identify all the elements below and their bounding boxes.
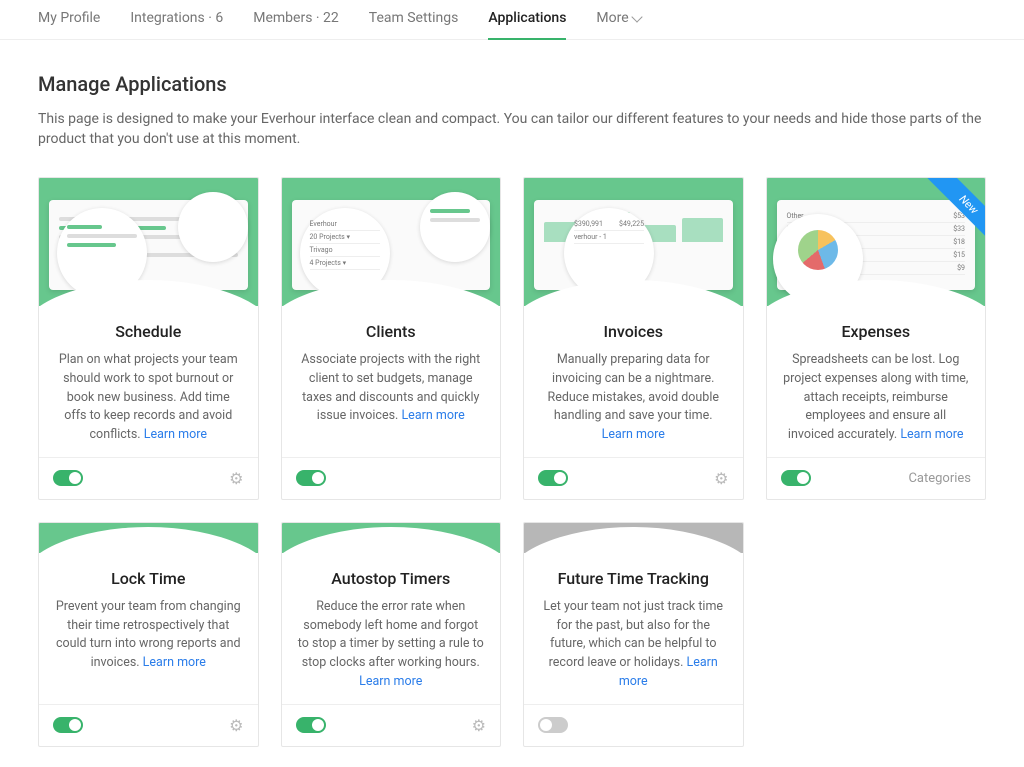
learn-more-link[interactable]: Learn more [143,655,206,670]
card-clients: Everhour20 Projects ▾Trivago4 Projects ▾… [281,177,502,500]
gear-icon[interactable]: ⚙ [229,716,243,735]
gear-icon[interactable]: ⚙ [229,469,243,488]
card-footer [524,704,743,746]
learn-more-link[interactable]: Learn more [359,674,422,689]
learn-more-link[interactable]: Learn more [602,427,665,442]
card-invoices-hero: $390,991$49,225verhour - 1 [524,178,743,306]
tab-team-settings[interactable]: Team Settings [369,0,459,38]
preview-circle: $390,991$49,225verhour - 1 [564,208,654,298]
card-future-time: Future Time Tracking Let your team not j… [523,522,744,747]
card-expenses: New Other$53SaaS Services$33Infrastructu… [766,177,987,500]
preview-circle [57,208,147,298]
gear-icon[interactable]: ⚙ [714,469,728,488]
card-body: Future Time Tracking Let your team not j… [524,553,743,704]
card-desc: Manually preparing data for invoicing ca… [540,351,727,445]
toggle-lock-time[interactable] [53,717,83,733]
learn-more-link[interactable]: Learn more [900,427,963,442]
card-schedule: Schedule Plan on what projects your team… [38,177,259,500]
card-desc: Prevent your team from changing their ti… [55,598,242,673]
page-title: Manage Applications [38,72,986,96]
toggle-autostop[interactable] [296,717,326,733]
tab-my-profile[interactable]: My Profile [38,0,100,38]
card-footer [282,457,501,499]
content: Manage Applications This page is designe… [0,40,1024,767]
learn-more-link[interactable]: Learn more [144,427,207,442]
toggle-expenses[interactable] [781,470,811,486]
card-desc: Reduce the error rate when somebody left… [298,598,485,692]
card-body: Autostop Timers Reduce the error rate wh… [282,553,501,704]
app-grid: Schedule Plan on what projects your team… [38,177,986,747]
card-body: Clients Associate projects with the righ… [282,306,501,457]
card-title: Autostop Timers [298,569,485,588]
card-title: Future Time Tracking [540,569,727,588]
toggle-invoices[interactable] [538,470,568,486]
card-footer: ⚙ [524,457,743,499]
card-title: Expenses [783,322,970,341]
learn-more-link[interactable]: Learn more [401,408,464,423]
card-title: Schedule [55,322,242,341]
preview-circle [420,192,490,262]
tab-applications[interactable]: Applications [488,0,566,40]
card-schedule-hero [39,178,258,306]
preview-circle [773,214,863,304]
tab-more[interactable]: More [596,0,640,38]
card-desc: Spreadsheets can be lost. Log project ex… [783,351,970,445]
gear-icon[interactable]: ⚙ [472,716,486,735]
card-invoices: $390,991$49,225verhour - 1 Invoices Manu… [523,177,744,500]
card-footer: ⚙ [282,704,501,746]
card-footer: Categories [767,457,986,499]
preview-circle: Everhour20 Projects ▾Trivago4 Projects ▾ [300,208,390,298]
card-autostop-hero [282,523,501,553]
nav-tabs: My Profile Integrations · 6 Members · 22… [0,0,1024,40]
card-future-hero [524,523,743,553]
chevron-down-icon [631,11,642,22]
toggle-future-time[interactable] [538,717,568,733]
card-footer: ⚙ [39,704,258,746]
card-title: Lock Time [55,569,242,588]
card-clients-hero: Everhour20 Projects ▾Trivago4 Projects ▾ [282,178,501,306]
card-title: Invoices [540,322,727,341]
tab-integrations[interactable]: Integrations · 6 [130,0,223,38]
tab-members[interactable]: Members · 22 [253,0,339,38]
card-desc: Plan on what projects your team should w… [55,351,242,445]
card-desc: Let your team not just track time for th… [540,598,727,692]
page-subtitle: This page is designed to make your Everh… [38,110,986,149]
tab-more-label: More [596,10,628,26]
card-autostop: Autostop Timers Reduce the error rate wh… [281,522,502,747]
card-title: Clients [298,322,485,341]
card-locktime-hero [39,523,258,553]
card-body: Lock Time Prevent your team from changin… [39,553,258,704]
preview-circle [178,192,248,262]
card-lock-time: Lock Time Prevent your team from changin… [38,522,259,747]
card-footer: ⚙ [39,457,258,499]
card-body: Invoices Manually preparing data for inv… [524,306,743,457]
card-desc: Associate projects with the right client… [298,351,485,426]
toggle-schedule[interactable] [53,470,83,486]
card-body: Expenses Spreadsheets can be lost. Log p… [767,306,986,457]
categories-link[interactable]: Categories [908,471,971,486]
card-body: Schedule Plan on what projects your team… [39,306,258,457]
toggle-clients[interactable] [296,470,326,486]
